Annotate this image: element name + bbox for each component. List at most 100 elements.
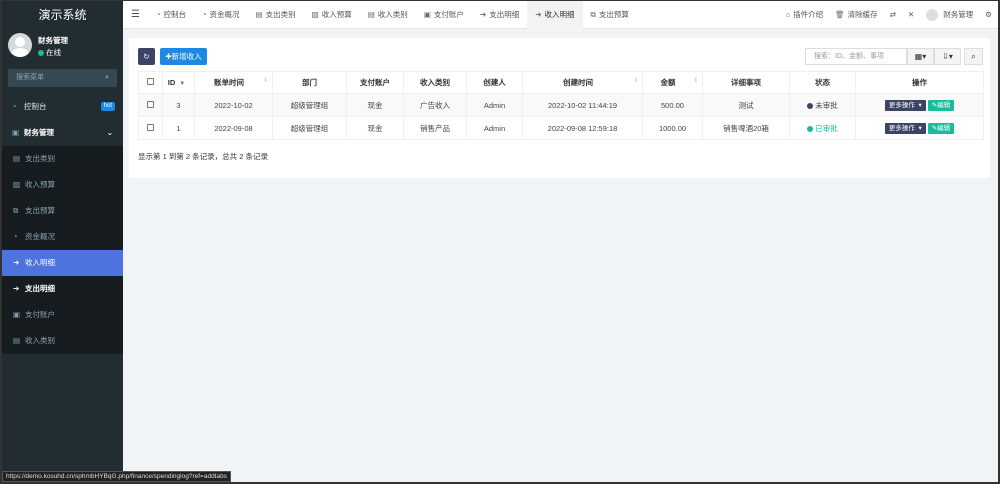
cell-creator: Admin — [466, 93, 523, 117]
sign-in-icon: ➜ — [535, 9, 542, 19]
plugin-intro-link[interactable]: ⌂ 插件介绍 — [780, 1, 830, 29]
sidebar-item-label: 收入明细 — [25, 258, 55, 267]
sidebar-toggle-button[interactable]: ☰ — [123, 1, 148, 29]
more-actions-label: 更多操作 — [888, 124, 915, 132]
col-dept: 部门 — [272, 71, 347, 94]
col-actions: 操作 — [855, 71, 984, 94]
cell-amount: 1000.00 — [642, 116, 703, 140]
tab-income-budget[interactable]: ▨ 收入预算 — [304, 1, 360, 29]
object-icon: ⧉ — [590, 9, 596, 19]
tab-payment-account[interactable]: ▣ 支付账户 — [416, 1, 472, 29]
translate-icon: ⇄ — [889, 9, 896, 19]
chevron-down-icon: ⌄ — [106, 128, 113, 137]
refresh-button[interactable]: ↻ — [138, 48, 155, 65]
dashboard-icon: ◔ — [13, 232, 18, 241]
col-created[interactable]: 创建时间 ⇕ — [522, 71, 643, 94]
edit-button[interactable]: ✎编辑 — [927, 99, 955, 111]
cell-amount: 500.00 — [642, 93, 703, 117]
app-window: 演示系统 财务管理 在线 搜索菜单 ⌕ ◔ 控制台 hot ▣ 财务管理 ⌄ ▤ 支出类别 … — [2, 1, 998, 482]
dashboard-icon: ◔ — [12, 102, 17, 111]
tab-income-category[interactable]: ▤ 收入类别 — [360, 1, 416, 29]
user-name: 财务管理 — [38, 36, 68, 45]
cell-created: 2022-09-08 12:59:18 — [522, 116, 643, 140]
user-box-icon: ▣ — [423, 9, 431, 19]
add-income-button[interactable]: ✚新增收入 — [160, 48, 207, 65]
cell-id: 1 — [162, 116, 195, 140]
sign-out-icon: ➔ — [13, 284, 20, 293]
table-search-input[interactable]: 搜索：ID、金额、事项 — [805, 48, 907, 65]
menu-search-placeholder: 搜索菜单 — [16, 74, 44, 81]
tab-dashboard[interactable]: ◔ 控制台 — [148, 1, 194, 29]
sidebar-item-fund-overview[interactable]: ◔ 资金概况 — [2, 224, 123, 250]
refresh-icon: ↻ — [143, 52, 150, 61]
edit-label: 编辑 — [937, 124, 951, 132]
tab-expense-detail[interactable]: ➔ 支出明细 — [472, 1, 527, 29]
avatar — [926, 8, 939, 21]
more-actions-button[interactable]: 更多操作 ▾ — [884, 122, 926, 134]
sidebar-item-expense-budget[interactable]: ⧉ 支出预算 — [2, 198, 123, 224]
more-actions-button[interactable]: 更多操作 ▾ — [884, 99, 926, 111]
sidebar-item-expense-detail[interactable]: ➔ 支出明细 — [2, 276, 123, 302]
sidebar-item-finance[interactable]: ▣ 财务管理 ⌄ — [2, 120, 123, 146]
columns-icon: ▦▾ — [914, 52, 927, 61]
tab-label: 支出类别 — [265, 9, 296, 19]
sidebar-item-label: 收入预算 — [25, 180, 55, 189]
settings-button[interactable]: ⚙ — [979, 1, 998, 29]
tab-label: 收入类别 — [377, 9, 408, 19]
user-panel: 财务管理 在线 — [2, 29, 123, 65]
hot-badge: hot — [100, 102, 115, 111]
columns-toggle-button[interactable]: ▦▾ — [907, 48, 934, 65]
cell-account: 现金 — [346, 116, 404, 140]
tab-label: 收入预算 — [321, 9, 352, 19]
col-creator: 创建人 — [466, 71, 523, 94]
fullscreen-button[interactable]: ✕ — [902, 1, 920, 29]
col-amount[interactable]: 金额 ⇕ — [642, 71, 703, 94]
table-row: 1 2022-09-08 超级管理组 现金 销售产品 Admin 2022-09… — [138, 116, 984, 140]
tab-fund-overview[interactable]: ◔ 资金概况 — [194, 1, 248, 29]
row-checkbox[interactable] — [138, 116, 163, 140]
cell-actions: 更多操作 ▾ ✎编辑 — [855, 116, 984, 140]
col-label: ID — [167, 78, 176, 87]
clear-cache-label: 清除缓存 — [847, 9, 878, 19]
search-placeholder: 搜索：ID、金额、事项 — [814, 53, 884, 60]
status-badge: 已审批 — [789, 116, 856, 140]
cell-dept: 超级管理组 — [272, 116, 347, 140]
user-menu[interactable]: 财务管理 — [920, 1, 979, 29]
sidebar-item-income-detail[interactable]: ➜ 收入明细 — [2, 250, 123, 276]
col-id[interactable]: ID ▼ — [162, 71, 195, 94]
tab-expense-category[interactable]: ▤ 支出类别 — [248, 1, 304, 29]
top-navbar: ☰ ◔ 控制台 ◔ 资金概况 ▤ 支出类别 ▨ 收入预算 ▤ 收入类别 ▣ 支付账户 ➔ 支出… — [123, 1, 998, 29]
sidebar-item-income-category[interactable]: ▤ 收入类别 — [2, 328, 123, 354]
select-all-checkbox[interactable] — [138, 71, 163, 94]
export-button[interactable]: ⇩▾ — [934, 48, 961, 65]
language-button[interactable]: ⇄ — [884, 1, 902, 29]
user-status: 在线 — [38, 47, 61, 58]
user-status-text: 在线 — [46, 48, 61, 57]
search-icon[interactable]: ⌕ — [105, 69, 109, 87]
sidebar-item-label: 财务管理 — [24, 128, 54, 137]
advanced-search-button[interactable]: ⌕ — [964, 48, 983, 65]
col-bill-date[interactable]: 账单时间 ⇕ — [194, 71, 273, 94]
cell-dept: 超级管理组 — [272, 93, 347, 117]
menu-search-input[interactable]: 搜索菜单 ⌕ — [8, 69, 117, 87]
sidebar-item-income-budget[interactable]: ▨ 收入预算 — [2, 172, 123, 198]
col-label: 创建时间 — [562, 78, 593, 87]
cell-bill-date: 2022-10-02 — [194, 93, 273, 117]
tab-income-detail[interactable]: ➜ 收入明细 — [527, 1, 583, 29]
sidebar-item-expense-category[interactable]: ▤ 支出类别 — [2, 146, 123, 172]
tab-expense-budget[interactable]: ⧉ 支出预算 — [583, 1, 637, 29]
content-panel: ↻ ✚新增收入 搜索：ID、金额、事项 ▦▾ ⇩▾ ⌕ ID ▼ 账单时间 ⇕ 部门… — [129, 38, 990, 178]
sidebar-item-dashboard[interactable]: ◔ 控制台 hot — [2, 94, 123, 120]
sidebar-item-label: 控制台 — [24, 102, 47, 111]
cell-detail: 测试 — [702, 93, 790, 117]
search-icon: ⌕ — [971, 52, 976, 61]
app-logo[interactable]: 演示系统 — [2, 1, 123, 29]
cell-actions: 更多操作 ▾ ✎编辑 — [855, 93, 984, 117]
tab-label: 控制台 — [163, 9, 187, 19]
edit-button[interactable]: ✎编辑 — [927, 122, 955, 134]
row-checkbox[interactable] — [138, 93, 163, 117]
sidebar-item-payment-account[interactable]: ▣ 支付账户 — [2, 302, 123, 328]
dashboard-icon: ◔ — [155, 9, 161, 19]
sort-desc-icon: ▼ — [179, 81, 186, 87]
clear-cache-button[interactable]: 🗑 清除缓存 — [829, 1, 884, 29]
